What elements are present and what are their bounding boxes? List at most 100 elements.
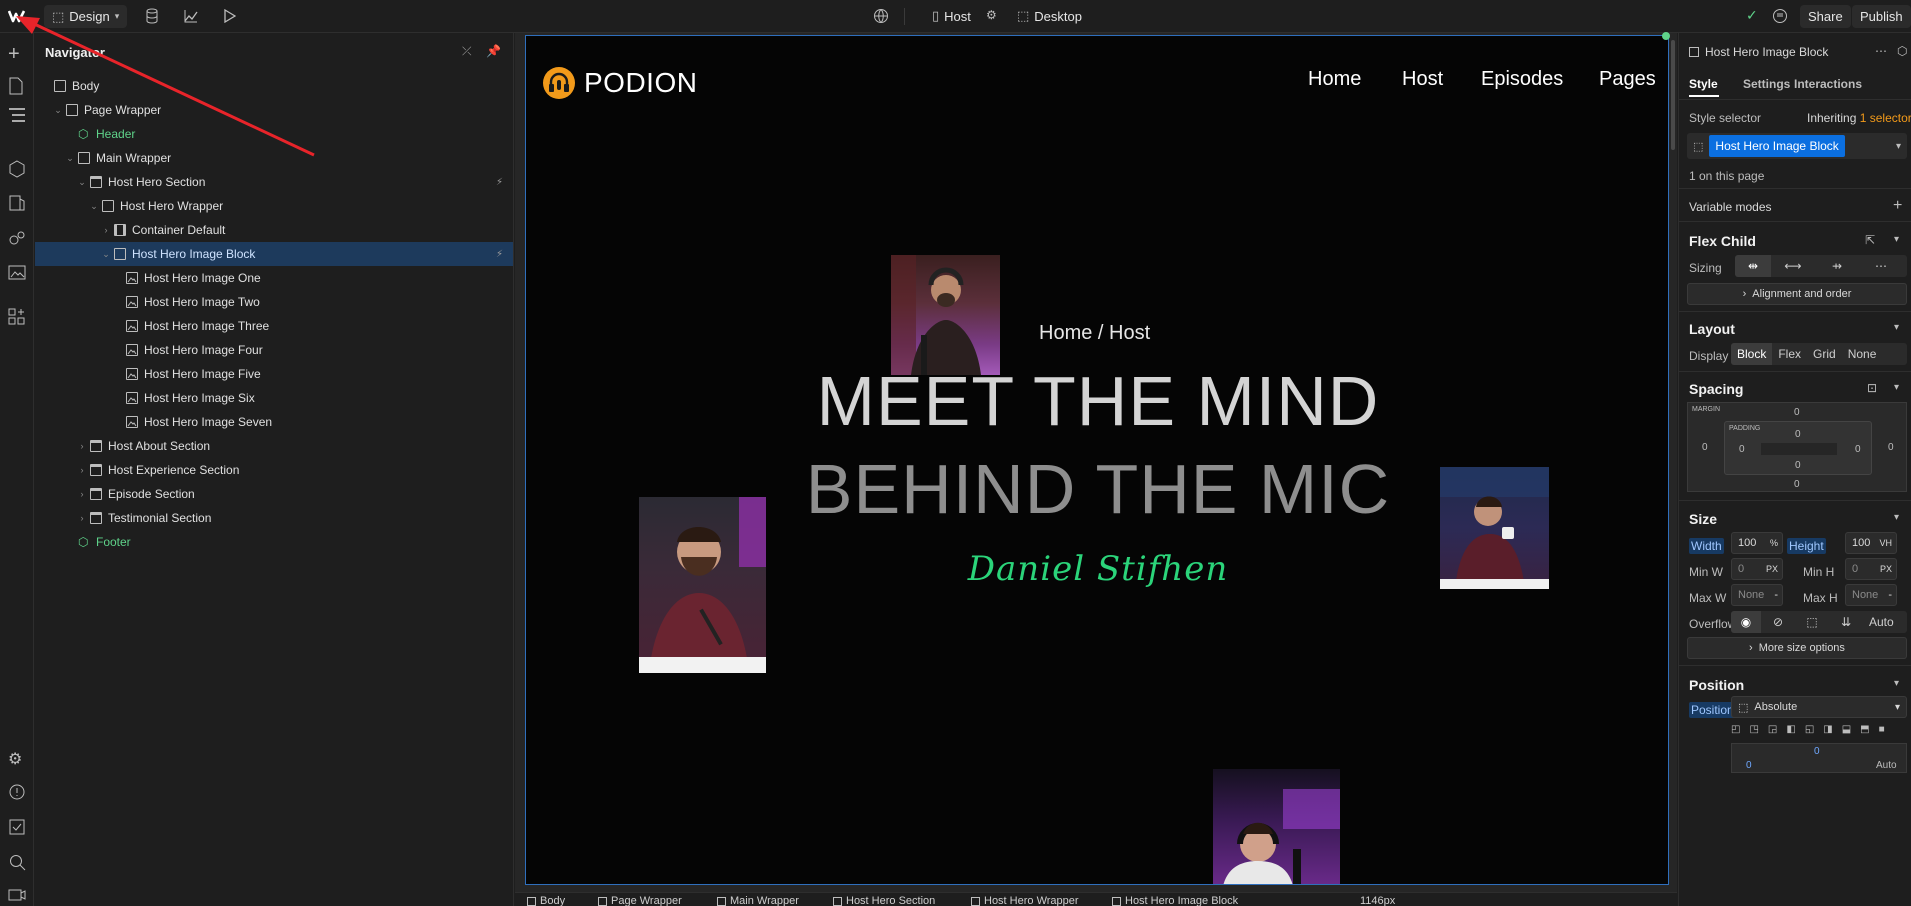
tree-item-host-hero-image-five[interactable]: Host Hero Image Five xyxy=(35,362,513,386)
tree-item-host-hero-wrapper[interactable]: ⌄ Host Hero Wrapper xyxy=(35,194,513,218)
margin-bottom[interactable]: 0 xyxy=(1794,479,1800,490)
flex-child-heading[interactable]: Flex Child xyxy=(1689,233,1756,249)
tree-item-host-hero-image-three[interactable]: Host Hero Image Three xyxy=(35,314,513,338)
host-hero-image-one[interactable] xyxy=(891,255,1000,375)
tree-item-host-hero-image-seven[interactable]: Host Hero Image Seven xyxy=(35,410,513,434)
min-height-input[interactable]: 0 PX xyxy=(1845,558,1897,580)
preset-right-icon[interactable]: ◨ xyxy=(1823,724,1832,738)
preset-full-icon[interactable]: ■ xyxy=(1879,724,1885,738)
preset-top-bar-icon[interactable]: ⬒ xyxy=(1860,724,1869,738)
tree-item-container-default[interactable]: › Container Default xyxy=(35,218,513,242)
site-nav-host[interactable]: Host xyxy=(1402,68,1443,91)
add-variable-mode-icon[interactable]: + xyxy=(1893,197,1902,215)
preset-top-left-icon[interactable]: ◰ xyxy=(1731,724,1740,738)
site-logo[interactable]: PODION xyxy=(542,66,697,100)
tab-settings[interactable]: Settings xyxy=(1743,77,1790,91)
offset-left[interactable]: 0 xyxy=(1746,760,1752,771)
overflow-auto[interactable]: Auto xyxy=(1863,611,1900,633)
tree-item-testimonial-section[interactable]: › Testimonial Section xyxy=(35,506,513,530)
display-flex[interactable]: Flex xyxy=(1772,343,1807,365)
chevron-right-icon[interactable]: › xyxy=(77,465,87,475)
alignment-and-order-button[interactable]: › Alignment and order xyxy=(1687,283,1907,305)
selector-field[interactable]: ⬚ Host Hero Image Block ▾ xyxy=(1687,133,1907,159)
interaction-bolt-icon[interactable]: ⚡ xyxy=(496,177,503,188)
display-none[interactable]: None xyxy=(1842,343,1883,365)
crumb-body[interactable]: Body xyxy=(527,895,565,906)
crumb-main-wrapper[interactable]: Main Wrapper xyxy=(717,895,799,906)
chevron-right-icon[interactable]: › xyxy=(77,441,87,451)
chevron-down-icon[interactable]: ▾ xyxy=(1894,678,1899,689)
comments-icon[interactable] xyxy=(1772,8,1788,24)
pin-icon[interactable]: 📌 xyxy=(486,44,501,58)
styles-drops-icon[interactable] xyxy=(8,229,26,247)
page-selector[interactable]: ▯ Host xyxy=(932,8,971,24)
crumb-page-wrapper[interactable]: Page Wrapper xyxy=(598,895,682,906)
more-options-icon[interactable]: ⋯ xyxy=(1875,44,1887,58)
max-width-input[interactable]: None - xyxy=(1731,584,1783,606)
collapse-all-icon[interactable]: ⤫ xyxy=(462,44,472,59)
preset-left-icon[interactable]: ◧ xyxy=(1786,724,1795,738)
margin-top[interactable]: 0 xyxy=(1794,407,1800,418)
apps-icon[interactable] xyxy=(8,308,26,326)
breakpoint-selector[interactable]: ⬚ Desktop xyxy=(1017,8,1082,24)
flex-child-settings-icon[interactable]: ⇱ xyxy=(1865,233,1875,247)
interaction-bolt-icon[interactable]: ⚡ xyxy=(496,249,503,260)
tree-item-host-hero-section[interactable]: ⌄ Host Hero Section ⚡ xyxy=(35,170,513,194)
width-input[interactable]: 100 % xyxy=(1731,532,1783,554)
site-nav-episodes[interactable]: Episodes xyxy=(1481,68,1563,91)
chevron-down-icon[interactable]: ⌄ xyxy=(77,177,87,188)
preset-bottom-left-icon[interactable]: ◱ xyxy=(1805,724,1814,738)
host-hero-image-four[interactable] xyxy=(1213,769,1340,884)
layout-heading[interactable]: Layout xyxy=(1689,321,1735,337)
spacing-settings-icon[interactable]: ⊡ xyxy=(1867,381,1877,395)
publish-button[interactable]: Publish xyxy=(1852,5,1911,28)
chevron-down-icon[interactable]: ⌄ xyxy=(89,201,99,212)
size-heading[interactable]: Size xyxy=(1689,511,1717,527)
padding-left[interactable]: 0 xyxy=(1739,444,1745,455)
overflow-clip-icon[interactable]: ⇊ xyxy=(1829,611,1863,633)
display-block[interactable]: Block xyxy=(1731,343,1773,365)
tree-item-host-hero-image-block[interactable]: ⌄ Host Hero Image Block ⚡ xyxy=(35,242,513,266)
overflow-segmented-control[interactable]: ◉ ⊘ ⬚ ⇊ Auto xyxy=(1731,611,1907,633)
crumb-host-hero-image-block[interactable]: Host Hero Image Block xyxy=(1112,895,1238,906)
chevron-right-icon[interactable]: › xyxy=(77,489,87,499)
padding-top[interactable]: 0 xyxy=(1795,429,1801,440)
display-grid[interactable]: Grid xyxy=(1807,343,1842,365)
tree-item-host-hero-image-four[interactable]: Host Hero Image Four xyxy=(35,338,513,362)
chevron-down-icon[interactable]: ▾ xyxy=(1894,322,1899,333)
component-icon[interactable]: ⬡ xyxy=(1897,44,1907,58)
margin-left[interactable]: 0 xyxy=(1702,442,1708,453)
tree-item-episode-section[interactable]: › Episode Section xyxy=(35,482,513,506)
variables-icon[interactable] xyxy=(8,194,26,212)
margin-right[interactable]: 0 xyxy=(1888,442,1894,453)
assets-image-icon[interactable] xyxy=(8,263,26,281)
tree-item-host-experience-section[interactable]: › Host Experience Section xyxy=(35,458,513,482)
inheriting-info[interactable]: Inheriting 1 selector xyxy=(1807,111,1911,125)
tree-item-host-hero-image-one[interactable]: Host Hero Image One xyxy=(35,266,513,290)
share-button[interactable]: Share xyxy=(1800,5,1851,28)
search-icon[interactable] xyxy=(8,853,26,871)
tab-style[interactable]: Style xyxy=(1689,77,1718,91)
chevron-down-icon[interactable]: ▾ xyxy=(1894,512,1899,523)
position-select[interactable]: ⬚ Absolute ▾ xyxy=(1731,696,1907,718)
max-height-input[interactable]: None - xyxy=(1845,584,1897,606)
site-nav-home[interactable]: Home xyxy=(1308,68,1361,91)
audit-icon[interactable] xyxy=(8,783,26,801)
crumb-host-hero-section[interactable]: Host Hero Section xyxy=(833,895,935,906)
chevron-down-icon[interactable]: ▾ xyxy=(1894,234,1899,245)
settings-gear-icon[interactable]: ⚙ xyxy=(8,749,26,768)
min-width-input[interactable]: 0 PX xyxy=(1731,558,1783,580)
padding-bottom[interactable]: 0 xyxy=(1795,460,1801,471)
more-icon[interactable]: ⋯ xyxy=(1859,255,1903,277)
grow-icon[interactable]: ⟷ xyxy=(1771,255,1815,277)
chevron-right-icon[interactable]: › xyxy=(101,225,111,235)
position-heading[interactable]: Position xyxy=(1689,677,1744,693)
margin-box[interactable]: MARGIN 0 0 0 0 PADDING 0 0 0 0 xyxy=(1687,402,1907,492)
video-help-icon[interactable] xyxy=(8,886,26,904)
preset-top-icon[interactable]: ◳ xyxy=(1749,724,1758,738)
padding-box[interactable]: PADDING 0 0 0 0 xyxy=(1724,421,1872,475)
height-input[interactable]: 100 VH xyxy=(1845,532,1897,554)
preset-top-right-icon[interactable]: ◲ xyxy=(1768,724,1777,738)
site-nav-pages[interactable]: Pages xyxy=(1599,68,1656,91)
chevron-down-icon[interactable]: ▾ xyxy=(1894,382,1899,393)
